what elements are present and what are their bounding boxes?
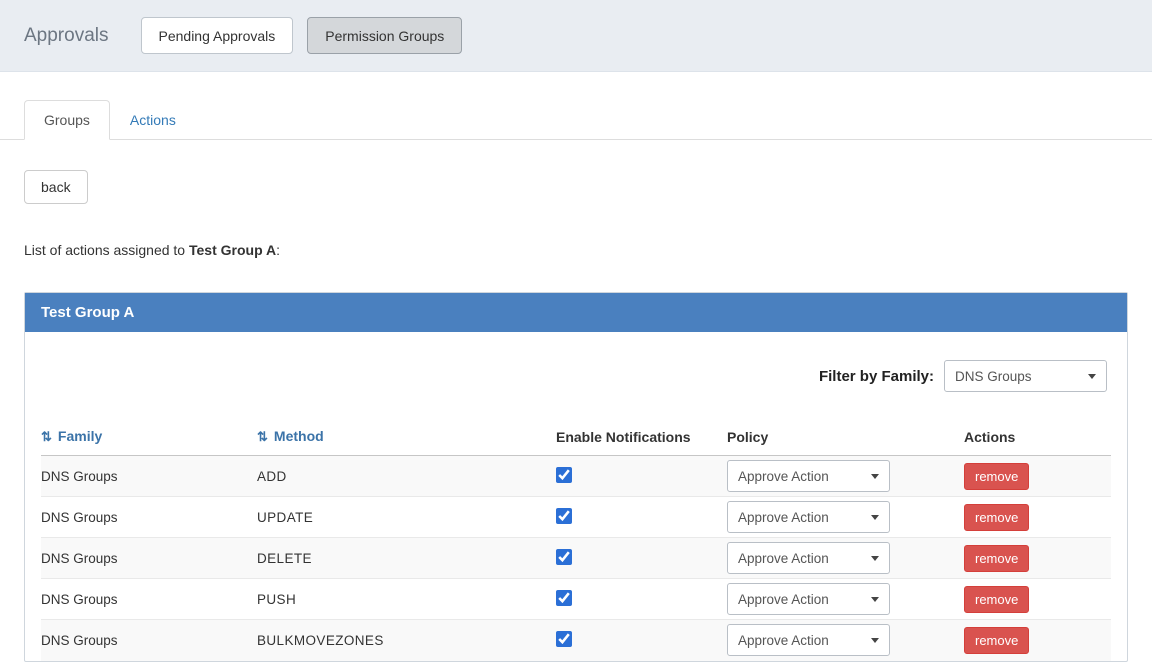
pending-approvals-button[interactable]: Pending Approvals [140, 17, 294, 54]
method-cell: DELETE [257, 550, 312, 566]
sort-icon: ⇅ [257, 429, 268, 444]
table-row: DNS Groups BULKMOVEZONES Approve Action … [41, 619, 1111, 661]
column-header-actions: Actions [964, 418, 1111, 456]
table-row: DNS Groups DELETE Approve Action remove [41, 537, 1111, 579]
policy-value: Approve Action [738, 550, 829, 566]
filter-label: Filter by Family: [818, 367, 934, 385]
column-header-family-label: Family [57, 428, 103, 444]
method-cell: BULKMOVEZONES [257, 632, 384, 648]
policy-value: Approve Action [738, 632, 829, 648]
family-cell: DNS Groups [41, 468, 118, 484]
tab-actions[interactable]: Actions [110, 100, 196, 140]
policy-select[interactable]: Approve Action [727, 542, 890, 574]
tab-groups[interactable]: Groups [24, 100, 110, 140]
filter-row: Filter by Family: DNS Groups [41, 360, 1107, 392]
policy-select[interactable]: Approve Action [727, 460, 890, 492]
method-cell: PUSH [257, 591, 297, 607]
back-button[interactable]: back [24, 170, 88, 204]
chevron-down-icon [871, 596, 879, 602]
intro-suffix: : [276, 242, 281, 258]
family-filter-value: DNS Groups [955, 368, 1032, 384]
column-header-policy: Policy [727, 418, 964, 456]
column-header-family[interactable]: ⇅ Family [41, 418, 257, 456]
family-filter-select[interactable]: DNS Groups [944, 360, 1107, 392]
panel-body: Filter by Family: DNS Groups ⇅ Family ⇅ Me… [25, 332, 1127, 661]
notifications-checkbox[interactable] [556, 548, 572, 565]
policy-select[interactable]: Approve Action [727, 501, 890, 533]
remove-button[interactable]: remove [964, 503, 1030, 531]
page-title: Approvals [24, 24, 109, 46]
column-header-method-label: Method [273, 428, 324, 444]
policy-value: Approve Action [738, 591, 829, 607]
table-header-row: ⇅ Family ⇅ Method Enable Notifications Pol… [41, 418, 1111, 456]
family-cell: DNS Groups [41, 509, 118, 525]
tab-bar: Groups Actions [0, 100, 1152, 140]
family-cell: DNS Groups [41, 632, 118, 648]
remove-button[interactable]: remove [964, 544, 1030, 572]
remove-button[interactable]: remove [964, 626, 1030, 654]
chevron-down-icon [871, 555, 879, 561]
table-row: DNS Groups ADD Approve Action remove [41, 455, 1111, 497]
column-header-notifications: Enable Notifications [556, 418, 727, 456]
group-panel: Test Group A Filter by Family: DNS Group… [24, 292, 1128, 662]
chevron-down-icon [871, 514, 879, 520]
family-cell: DNS Groups [41, 550, 118, 566]
sort-icon: ⇅ [41, 429, 52, 444]
intro-group-name: Test Group A [189, 242, 277, 258]
column-header-method[interactable]: ⇅ Method [257, 418, 556, 456]
notifications-checkbox[interactable] [556, 507, 572, 524]
chevron-down-icon [1088, 373, 1096, 379]
chevron-down-icon [871, 637, 879, 643]
remove-button[interactable]: remove [964, 585, 1030, 613]
actions-table: ⇅ Family ⇅ Method Enable Notifications Pol… [41, 418, 1111, 661]
notifications-checkbox[interactable] [556, 589, 572, 606]
method-cell: ADD [257, 468, 287, 484]
family-cell: DNS Groups [41, 591, 118, 607]
permission-groups-button[interactable]: Permission Groups [307, 17, 463, 54]
policy-select[interactable]: Approve Action [727, 624, 890, 657]
panel-title: Test Group A [25, 293, 1127, 332]
policy-value: Approve Action [738, 509, 829, 525]
notifications-checkbox[interactable] [556, 630, 572, 647]
method-cell: UPDATE [257, 509, 314, 525]
topbar: Approvals Pending Approvals Permission G… [0, 0, 1152, 72]
policy-value: Approve Action [738, 468, 829, 484]
remove-button[interactable]: remove [964, 462, 1030, 490]
intro-prefix: List of actions assigned to [24, 242, 186, 258]
intro-text: List of actions assigned to Test Group A… [24, 242, 1128, 258]
table-row: DNS Groups PUSH Approve Action remove [41, 578, 1111, 620]
chevron-down-icon [871, 473, 879, 479]
notifications-checkbox[interactable] [556, 466, 572, 483]
policy-select[interactable]: Approve Action [727, 583, 890, 615]
table-row: DNS Groups UPDATE Approve Action remove [41, 496, 1111, 538]
